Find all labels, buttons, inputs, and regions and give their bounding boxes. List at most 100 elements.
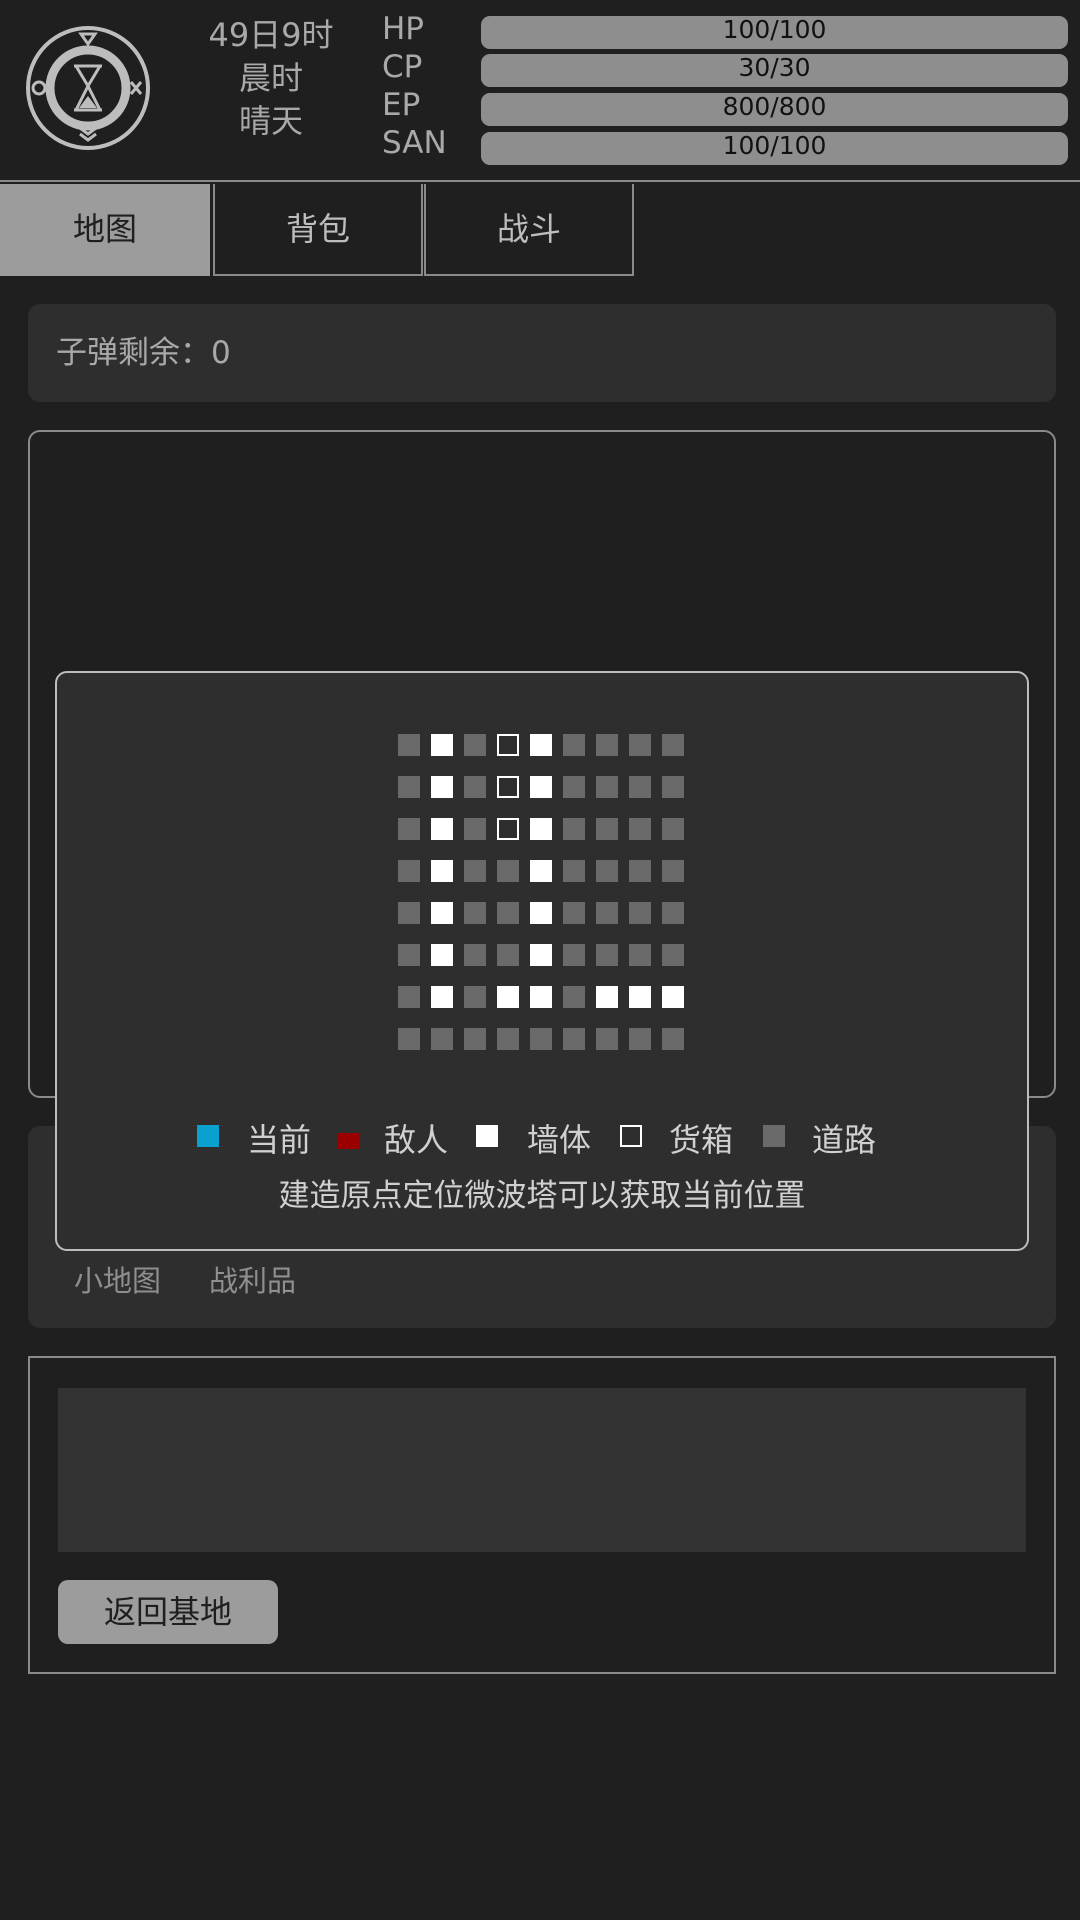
legend-crate-label: 货箱 bbox=[669, 1121, 734, 1159]
minimap-cell-wall bbox=[497, 986, 519, 1008]
minimap-cell-road bbox=[464, 986, 486, 1008]
minimap-cell-road bbox=[596, 818, 618, 840]
minimap-cell-road bbox=[398, 944, 420, 966]
minimap-cell-road bbox=[464, 1028, 486, 1050]
weather-label: 晴天 bbox=[238, 102, 303, 140]
legend-enemy-label: 敌人 bbox=[384, 1121, 449, 1159]
minimap-cell-wall bbox=[431, 734, 453, 756]
minimap-cell-road bbox=[662, 902, 684, 924]
minimap-cell-road bbox=[596, 1028, 618, 1050]
minimap-cell-road bbox=[497, 944, 519, 966]
minimap-cell-road bbox=[398, 1028, 420, 1050]
minimap-cell-crate bbox=[497, 734, 519, 756]
minimap-cell-road bbox=[563, 734, 585, 756]
san-bar: 100/100 bbox=[481, 132, 1068, 165]
return-base-button[interactable]: 返回基地 bbox=[58, 1580, 278, 1644]
minimap-cell-road bbox=[563, 776, 585, 798]
cp-bar: 30/30 bbox=[481, 54, 1068, 87]
minimap-cell-road bbox=[431, 1028, 453, 1050]
minimap-grid bbox=[398, 734, 688, 1054]
minimap-cell-wall bbox=[431, 902, 453, 924]
minimap-cell-wall bbox=[596, 986, 618, 1008]
san-label: SAN bbox=[382, 125, 447, 161]
tab-minimap[interactable]: 小地图 bbox=[74, 1258, 161, 1300]
minimap-cell-road bbox=[629, 860, 651, 882]
minimap-cell-road bbox=[629, 1028, 651, 1050]
legend-wall-swatch bbox=[476, 1125, 498, 1147]
minimap-cell-wall bbox=[530, 734, 552, 756]
minimap-cell-road bbox=[662, 944, 684, 966]
minimap-cell-wall bbox=[530, 776, 552, 798]
minimap-cell-road bbox=[464, 776, 486, 798]
minimap-cell-road bbox=[464, 902, 486, 924]
legend-road-swatch bbox=[763, 1125, 785, 1147]
minimap-cell-road bbox=[530, 1028, 552, 1050]
hp-bar: 100/100 bbox=[481, 16, 1068, 49]
legend-current-swatch bbox=[197, 1125, 219, 1147]
minimap-cell-road bbox=[497, 1028, 519, 1050]
tab-backpack[interactable]: 背包 bbox=[213, 184, 423, 276]
hp-label: HP bbox=[382, 11, 425, 47]
minimap-cell-road bbox=[464, 818, 486, 840]
minimap-cell-road bbox=[662, 734, 684, 756]
minimap-cell-road bbox=[398, 776, 420, 798]
minimap-cell-road bbox=[596, 776, 618, 798]
minimap-cell-wall bbox=[431, 944, 453, 966]
tab-loot[interactable]: 战利品 bbox=[209, 1258, 296, 1300]
ammo-remaining: 子弹剩余：0 bbox=[28, 304, 1056, 402]
minimap-cell-wall bbox=[530, 902, 552, 924]
minimap-cell-road bbox=[629, 818, 651, 840]
tab-map[interactable]: 地图 bbox=[0, 184, 210, 276]
date-weather: 49日9时 晨时 晴天 bbox=[196, 14, 346, 143]
minimap-cell-road bbox=[464, 734, 486, 756]
minimap-cell-road bbox=[596, 902, 618, 924]
message-log bbox=[58, 1388, 1026, 1552]
minimap-cell-wall bbox=[530, 860, 552, 882]
minimap-cell-road bbox=[629, 776, 651, 798]
minimap-cell-wall bbox=[629, 986, 651, 1008]
minimap-cell-road bbox=[662, 776, 684, 798]
minimap-cell-wall bbox=[431, 776, 453, 798]
cp-label: CP bbox=[382, 49, 423, 85]
minimap-cell-road bbox=[464, 860, 486, 882]
hourglass-compass-icon[interactable] bbox=[24, 24, 152, 152]
minimap-cell-wall bbox=[530, 818, 552, 840]
minimap-cell-wall bbox=[431, 986, 453, 1008]
minimap-cell-road bbox=[563, 860, 585, 882]
minimap-cell-crate bbox=[497, 776, 519, 798]
date-label: 49日9时 bbox=[208, 16, 334, 54]
legend-wall-label: 墙体 bbox=[527, 1121, 592, 1159]
minimap-cell-road bbox=[596, 860, 618, 882]
minimap-cell-road bbox=[662, 818, 684, 840]
minimap-cell-road bbox=[398, 902, 420, 924]
minimap-cell-wall bbox=[530, 986, 552, 1008]
minimap-cell-road bbox=[398, 734, 420, 756]
minimap-cell-road bbox=[563, 986, 585, 1008]
legend-crate-swatch bbox=[620, 1125, 642, 1147]
ep-label: EP bbox=[382, 87, 421, 123]
status-header: 49日9时 晨时 晴天 HP 100/100 CP 30/30 EP 800/8… bbox=[0, 0, 1080, 182]
minimap-cell-road bbox=[563, 818, 585, 840]
minimap-cell-road bbox=[398, 860, 420, 882]
time-of-day-label: 晨时 bbox=[238, 59, 303, 97]
minimap-cell-road bbox=[563, 902, 585, 924]
legend-current-label: 当前 bbox=[247, 1121, 312, 1159]
minimap-cell-road bbox=[629, 944, 651, 966]
minimap-cell-road bbox=[398, 818, 420, 840]
legend-enemy-swatch bbox=[337, 1133, 359, 1149]
minimap-cell-road bbox=[497, 902, 519, 924]
minimap-cell-road bbox=[629, 902, 651, 924]
tab-battle[interactable]: 战斗 bbox=[424, 184, 634, 276]
minimap-cell-road bbox=[464, 944, 486, 966]
minimap-cell-road bbox=[662, 1028, 684, 1050]
minimap-cell-wall bbox=[662, 986, 684, 1008]
minimap-cell-road bbox=[629, 734, 651, 756]
minimap-cell-road bbox=[596, 734, 618, 756]
ep-bar: 800/800 bbox=[481, 93, 1068, 126]
minimap-cell-road bbox=[497, 860, 519, 882]
minimap-cell-road bbox=[563, 944, 585, 966]
minimap-hint: 建造原点定位微波塔可以获取当前位置 bbox=[278, 1178, 806, 1214]
minimap-cell-road bbox=[398, 986, 420, 1008]
legend-road-label: 道路 bbox=[812, 1121, 877, 1159]
minimap-cell-wall bbox=[431, 818, 453, 840]
